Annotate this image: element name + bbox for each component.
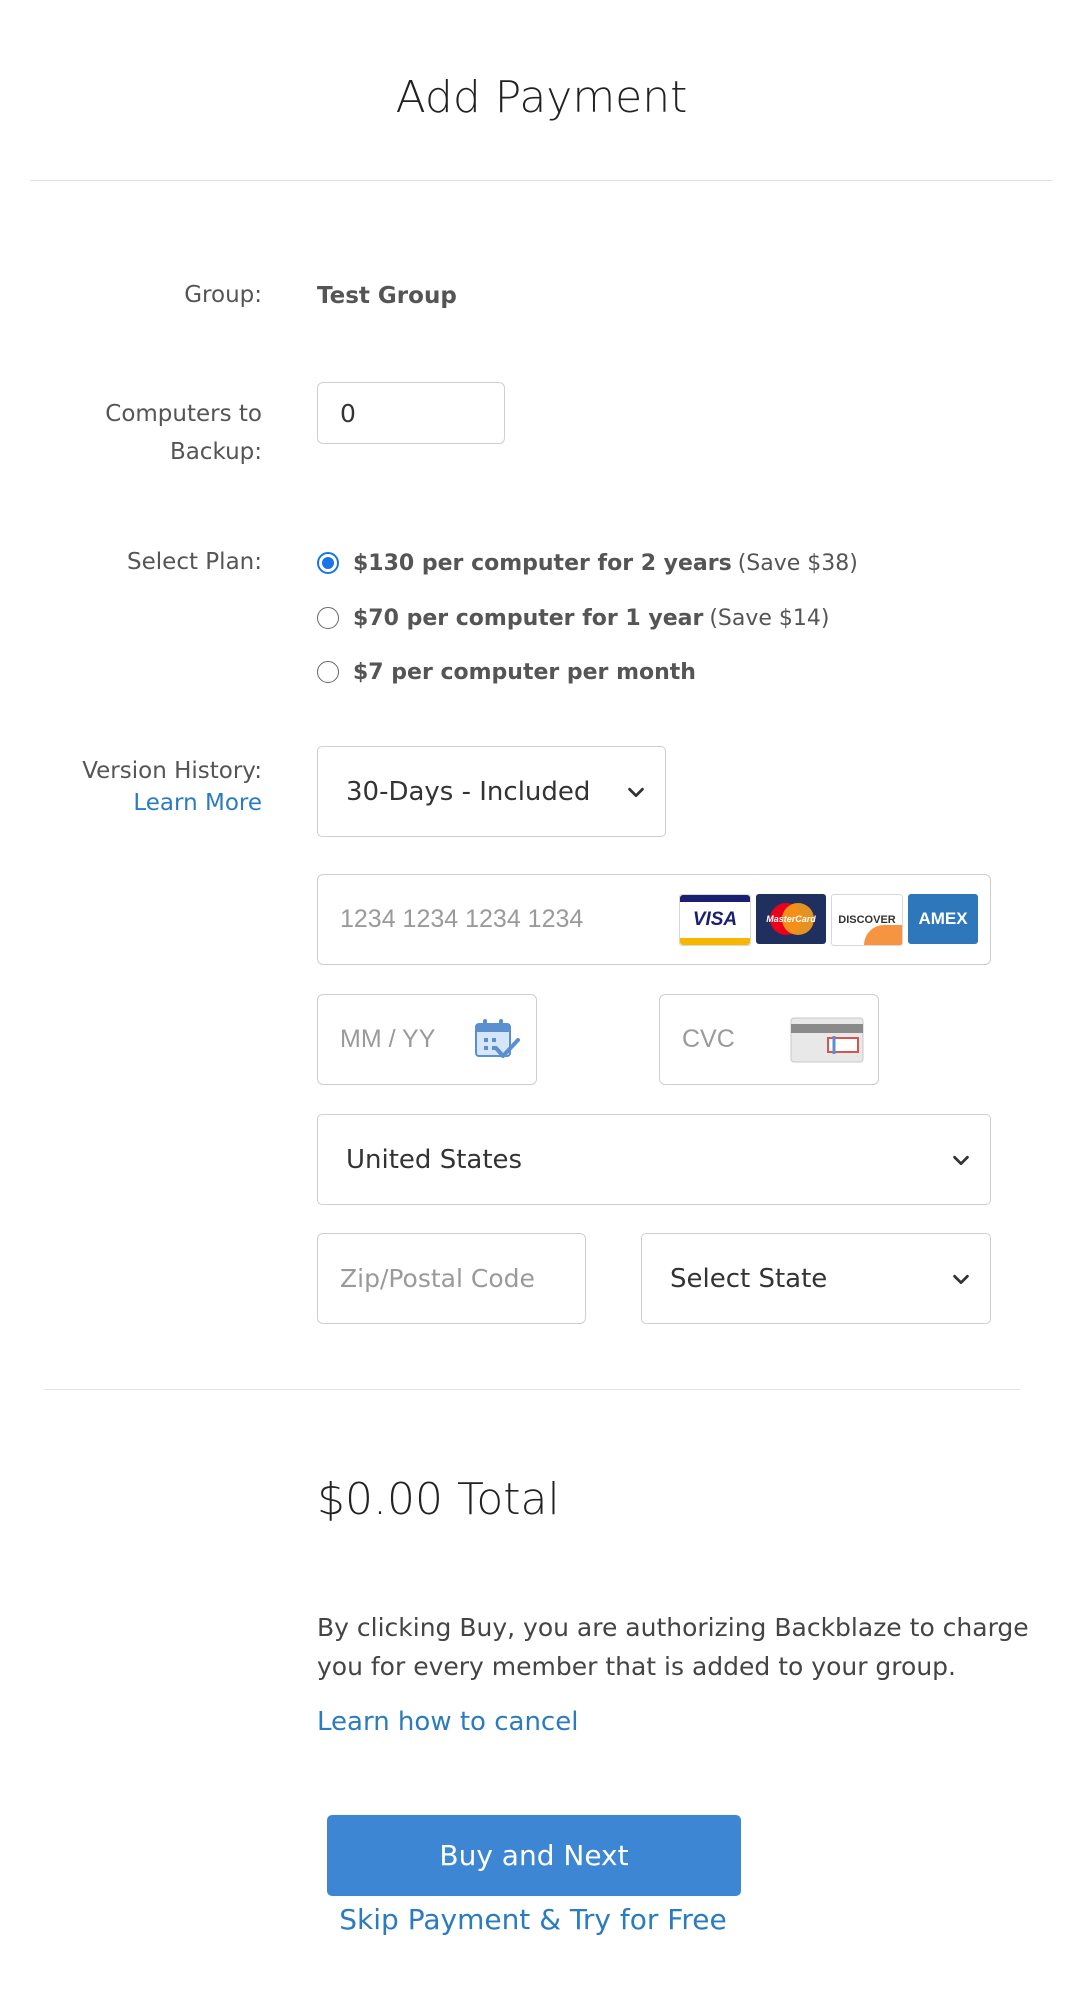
country-value: United States (346, 1144, 523, 1175)
card-cvc-placeholder: CVC (682, 1025, 735, 1053)
plan-radio-2-years[interactable] (317, 552, 339, 574)
chevron-down-icon (628, 787, 644, 797)
order-total: $0.00 Total (317, 1474, 560, 1525)
state-select[interactable]: Select State (641, 1233, 991, 1324)
plan-option-1-year-label: $70 per computer for 1 year (353, 605, 704, 631)
mastercard-icon: MasterCard (756, 893, 826, 944)
calendar-icon (475, 1018, 520, 1058)
computers-label-line1: Computers to (105, 401, 262, 427)
authorization-notice: By clicking Buy, you are authorizing Bac… (317, 1608, 1029, 1686)
state-value: Select State (670, 1263, 828, 1294)
mastercard-icon-label: MasterCard (766, 913, 816, 924)
plan-option-monthly-label: $7 per computer per month (353, 659, 696, 685)
discover-icon-label: DISCOVER (838, 913, 896, 926)
version-history-label: Version History: (82, 758, 262, 784)
country-select[interactable]: United States (317, 1114, 991, 1205)
cancel-info-link[interactable]: Learn how to cancel (317, 1707, 578, 1737)
computers-count-value: 0 (340, 398, 356, 428)
card-brand-icons: VISA MasterCard DISCOVER AMEX (679, 893, 978, 946)
chevron-down-icon (953, 1274, 969, 1284)
plan-option-2-years-savings: (Save $38) (737, 550, 858, 576)
plan-radio-1-year[interactable] (317, 607, 339, 629)
version-label-block: Version History: Learn More (0, 755, 262, 819)
page-title: Add Payment (395, 72, 688, 123)
authorization-notice-line2: you for every member that is added to yo… (317, 1652, 956, 1681)
header-divider (30, 180, 1053, 181)
computers-label-line2: Backup: (169, 439, 262, 465)
visa-icon: VISA (679, 893, 751, 946)
zip-code-field[interactable]: Zip/Postal Code (317, 1233, 586, 1324)
plan-option-1-year[interactable]: $70 per computer for 1 year (Save $14) (317, 603, 858, 633)
card-expiry-placeholder: MM / YY (340, 1025, 436, 1053)
cvc-card-icon (790, 1017, 864, 1062)
plan-option-1-year-savings: (Save $14) (709, 605, 830, 631)
amex-icon-label: AMEX (918, 908, 968, 928)
plan-option-monthly[interactable]: $7 per computer per month (317, 657, 858, 687)
version-history-value: 30-Days - Included (346, 776, 591, 807)
version-learn-more-link[interactable]: Learn More (0, 787, 262, 819)
card-number-field[interactable]: 1234 1234 1234 1234 VISA MasterCard DISC… (317, 874, 991, 965)
version-history-select[interactable]: 30-Days - Included (317, 746, 666, 837)
skip-payment-link[interactable]: Skip Payment & Try for Free (0, 1903, 1066, 1936)
plan-options: $130 per computer for 2 years (Save $38)… (317, 548, 858, 687)
group-label: Group: (184, 282, 262, 308)
authorization-notice-line1: By clicking Buy, you are authorizing Bac… (317, 1613, 1029, 1642)
group-value: Test Group (317, 283, 457, 309)
plan-option-2-years[interactable]: $130 per computer for 2 years (Save $38) (317, 548, 858, 578)
buy-and-next-button[interactable]: Buy and Next (327, 1815, 741, 1896)
zip-code-placeholder: Zip/Postal Code (340, 1264, 535, 1293)
plan-option-2-years-label: $130 per computer for 2 years (353, 550, 732, 576)
chevron-down-icon (953, 1155, 969, 1165)
computers-label: Computers to Backup: (0, 395, 262, 471)
section-divider (45, 1389, 1020, 1390)
discover-icon: DISCOVER (831, 893, 903, 946)
card-cvc-field[interactable]: CVC (659, 994, 879, 1085)
card-number-placeholder: 1234 1234 1234 1234 (340, 905, 584, 933)
visa-icon-label: VISA (692, 908, 738, 930)
plan-radio-monthly[interactable] (317, 661, 339, 683)
computers-count-input[interactable]: 0 (317, 382, 505, 444)
card-expiry-field[interactable]: MM / YY (317, 994, 537, 1085)
amex-icon: AMEX (908, 893, 978, 944)
plan-label: Select Plan: (127, 549, 262, 575)
